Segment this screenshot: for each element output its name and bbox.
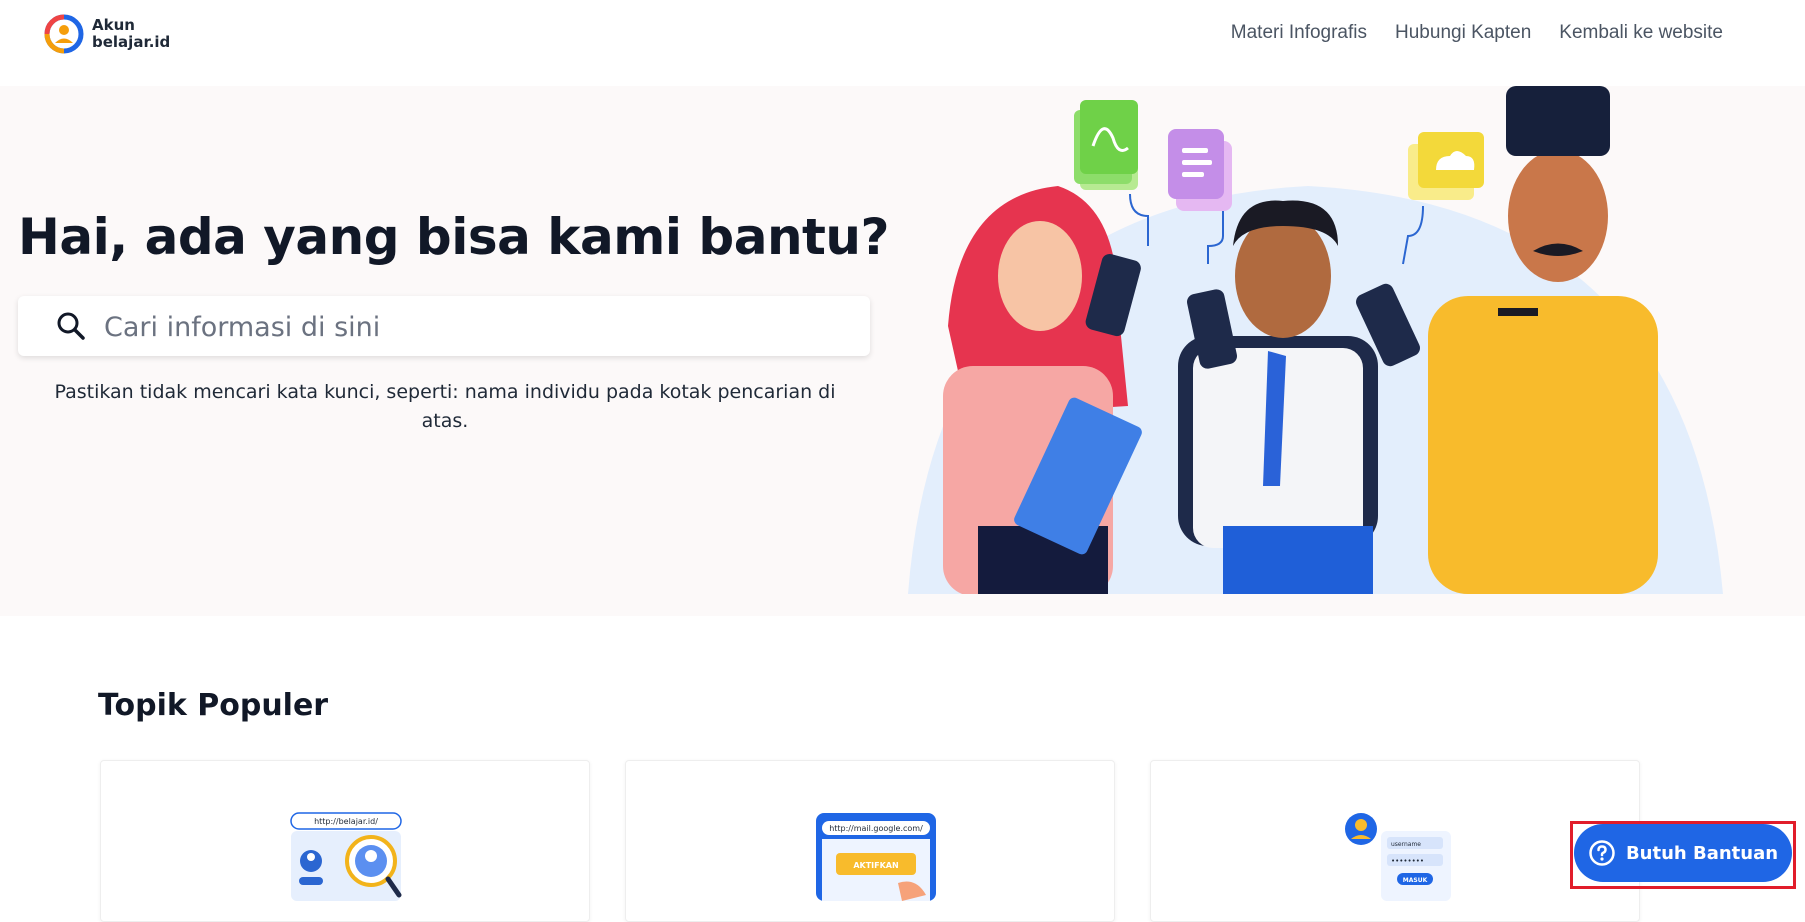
search-icon	[57, 312, 85, 340]
document-list-icon	[1168, 129, 1232, 211]
topic-card-1[interactable]: http://belajar.id/	[100, 760, 590, 922]
search-input[interactable]	[102, 304, 846, 350]
logo-icon	[44, 14, 84, 54]
brand-line1: Akun	[92, 16, 135, 34]
top-header: Akun belajar.id Materi Infografis Hubung…	[0, 0, 1805, 86]
card3-button: MASUK	[1403, 877, 1428, 884]
hero-illustration	[908, 86, 1723, 594]
search-account-illustration: http://belajar.id/	[290, 812, 402, 901]
svg-text:••••••••: ••••••••	[1391, 857, 1424, 865]
card3-username: username	[1391, 841, 1421, 848]
card1-url: http://belajar.id/	[314, 817, 378, 826]
topic-card-3[interactable]: username •••••••• MASUK	[1150, 760, 1640, 922]
hero-section: Hai, ada yang bisa kami bantu? Pastikan …	[0, 86, 1805, 616]
nav-materi-infografis[interactable]: Materi Infografis	[1231, 22, 1367, 44]
activation-email-illustration: http://mail.google.com/ AKTIFKAN	[816, 813, 936, 901]
nav-kembali-ke-website[interactable]: Kembali ke website	[1559, 22, 1723, 44]
search-box[interactable]	[18, 296, 870, 356]
topics-title: Topik Populer	[98, 688, 329, 723]
card2-button: AKTIFKAN	[853, 861, 898, 870]
question-circle-icon	[1589, 840, 1615, 866]
login-form-illustration: username •••••••• MASUK	[1345, 813, 1451, 901]
nav-hubungi-kapten[interactable]: Hubungi Kapten	[1395, 22, 1531, 44]
signature-doc-icon	[1074, 100, 1138, 190]
topic-card-2[interactable]: http://mail.google.com/ AKTIFKAN	[625, 760, 1115, 922]
help-button-label: Butuh Bantuan	[1625, 842, 1779, 864]
help-button[interactable]: Butuh Bantuan	[1574, 824, 1792, 882]
brand-logo[interactable]: Akun belajar.id	[44, 14, 170, 54]
brand-name: Akun belajar.id	[92, 17, 170, 51]
brand-line2: belajar.id	[92, 33, 171, 51]
hero-title: Hai, ada yang bisa kami bantu?	[18, 208, 890, 266]
card2-url: http://mail.google.com/	[829, 824, 923, 833]
top-nav: Materi Infografis Hubungi Kapten Kembali…	[1231, 22, 1723, 44]
cloud-upload-icon	[1408, 132, 1484, 200]
search-hint: Pastikan tidak mencari kata kunci, seper…	[54, 381, 836, 432]
